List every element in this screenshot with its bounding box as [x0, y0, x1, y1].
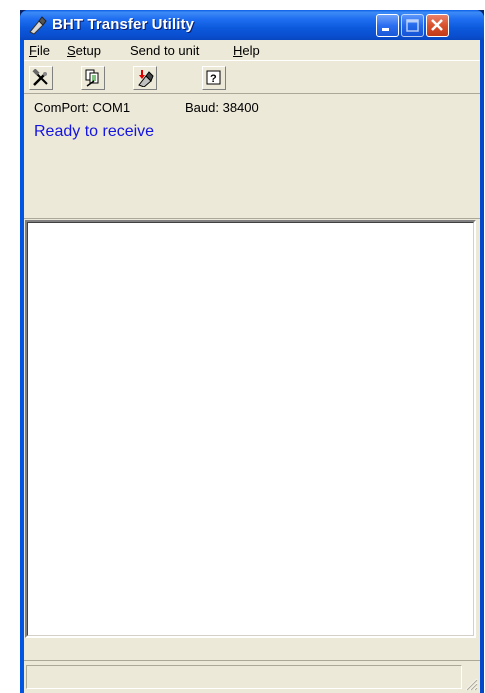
status-message: Ready to receive: [34, 123, 155, 140]
title-bar[interactable]: BHT Transfer Utility: [20, 10, 484, 40]
connection-info-panel: ComPort: COM1 Baud: 38400 Ready to recei…: [24, 94, 480, 219]
svg-text:?: ?: [210, 73, 217, 85]
menu-file[interactable]: File: [29, 43, 50, 58]
send-to-unit-button[interactable]: [133, 66, 157, 90]
status-bar: [24, 660, 480, 693]
app-window: BHT Transfer Utility File Setup Send to …: [20, 10, 484, 693]
menu-setup[interactable]: Setup: [67, 43, 101, 58]
help-button[interactable]: ?: [202, 66, 226, 90]
transfer-log-area[interactable]: [25, 220, 476, 638]
window-title: BHT Transfer Utility: [52, 16, 195, 33]
menu-send-to-unit[interactable]: Send to unit: [130, 43, 199, 58]
client-area: File Setup Send to unit Help ? ComPort: …: [24, 40, 480, 693]
toolbar: ?: [24, 60, 480, 94]
help-icon: ?: [206, 70, 221, 85]
transfer-log-content: [27, 222, 474, 636]
resize-grip-icon[interactable]: [464, 677, 478, 691]
receive-file-button[interactable]: [81, 66, 105, 90]
minimize-icon: [382, 28, 389, 31]
maximize-button[interactable]: [401, 14, 424, 37]
setup-tools-button[interactable]: [29, 66, 53, 90]
close-button[interactable]: [426, 14, 449, 37]
send-to-unit-icon: [138, 70, 154, 87]
close-icon: [431, 19, 443, 31]
comport-label: ComPort: COM1: [34, 100, 131, 115]
baud-label: Baud: 38400: [185, 100, 259, 115]
setup-tools-icon: [32, 69, 48, 86]
scanner-app-icon: [29, 16, 47, 35]
status-bar-panel: [26, 665, 462, 689]
maximize-icon: [406, 19, 419, 32]
menu-help[interactable]: Help: [233, 43, 260, 58]
minimize-button[interactable]: [376, 14, 399, 37]
menu-bar: File Setup Send to unit Help: [24, 40, 480, 60]
receive-file-icon: [85, 69, 99, 87]
